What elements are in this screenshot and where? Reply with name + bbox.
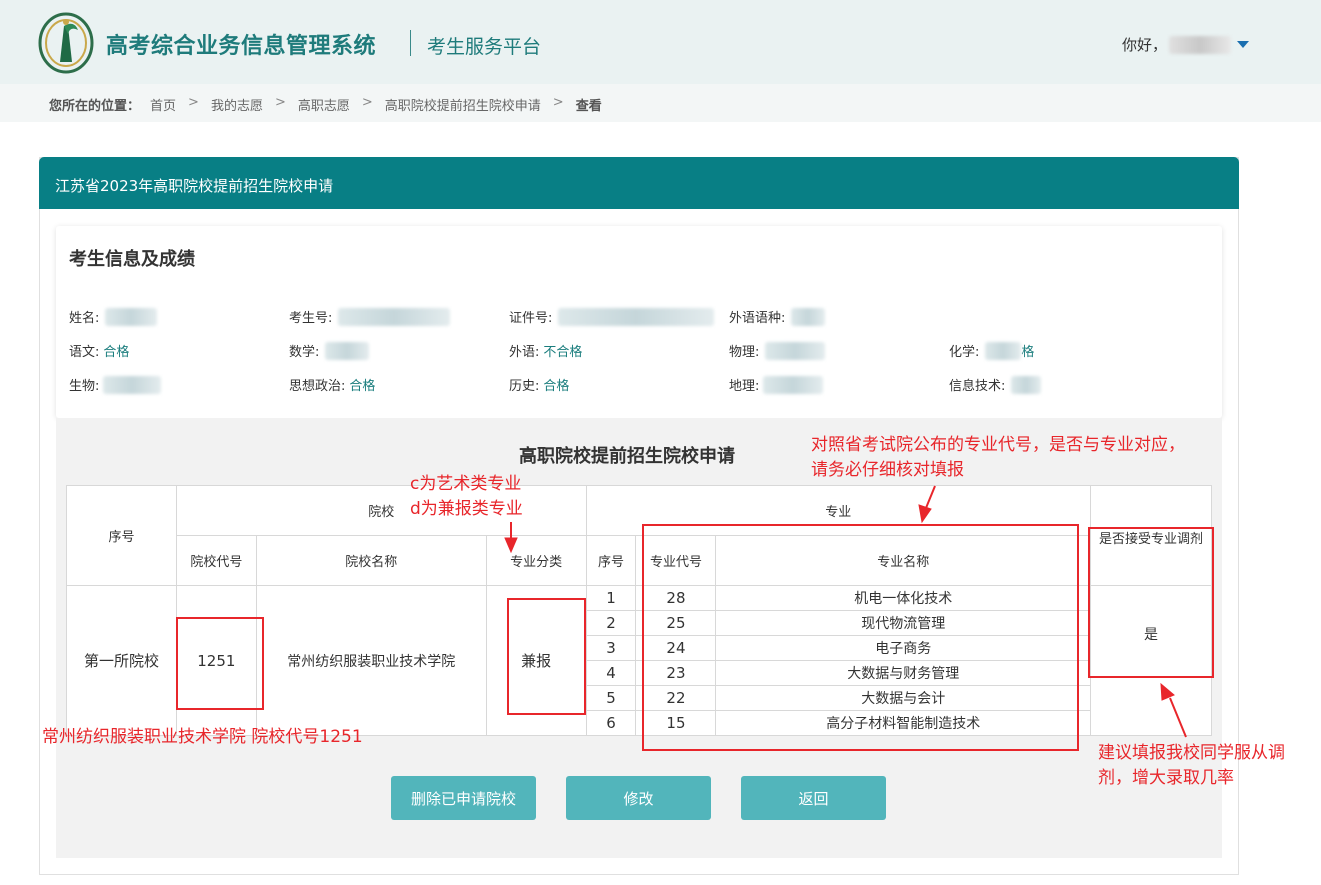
annotation-box-adjust xyxy=(1088,527,1214,678)
field-foreign: 外语: 不合格 xyxy=(509,341,582,360)
application-table-title: 高职院校提前招生院校申请 xyxy=(519,446,735,467)
header-major-seq: 序号 xyxy=(585,535,637,586)
breadcrumb-separator: > xyxy=(361,95,373,110)
breadcrumb: 您所在的位置： 首页 > 我的志愿 > 高职志愿 > 高职院校提前招生院校申请 … xyxy=(49,95,602,114)
redacted-foreign-lang-type xyxy=(791,307,826,326)
id-label: 证件号: xyxy=(509,311,553,326)
header-major-category: 专业分类 xyxy=(485,535,587,586)
cell-major-seq: 6 xyxy=(585,710,637,736)
cell-school-name: 常州纺织服装职业技术学院 xyxy=(255,585,487,736)
breadcrumb-current: 查看 xyxy=(575,99,602,114)
header-school-name: 院校名称 xyxy=(255,535,487,586)
annotation-category-note-2: d为兼报类专业 xyxy=(410,499,523,519)
system-title: 高考综合业务信息管理系统 xyxy=(106,34,377,59)
annotation-code-check-2: 请务必仔细核对填报 xyxy=(811,460,964,480)
field-math: 数学: xyxy=(289,341,370,360)
annotation-box-majors xyxy=(642,524,1079,751)
breadcrumb-item-home[interactable]: 首页 xyxy=(150,95,176,114)
annotation-adjust-note-1: 建议填报我校同学服从调 xyxy=(1098,743,1285,763)
user-menu[interactable]: 你好， xyxy=(1122,34,1250,55)
field-geography: 地理: xyxy=(729,375,824,394)
header-school-group: 院校 xyxy=(175,485,587,536)
redacted-geography xyxy=(763,375,824,394)
chevron-down-icon[interactable] xyxy=(1237,41,1250,48)
history-value: 合格 xyxy=(543,379,570,394)
exam-no-label: 考生号: xyxy=(289,311,333,326)
history-label: 历史: xyxy=(509,379,540,394)
field-it: 信息技术: xyxy=(949,375,1042,394)
annotation-code-check-1: 对照省考试院公布的专业代号，是否与专业对应， xyxy=(811,435,1185,455)
annotation-category-note-1: c为艺术类专业 xyxy=(410,474,522,494)
biology-label: 生物: xyxy=(69,379,100,394)
breadcrumb-separator: > xyxy=(274,95,286,110)
greeting-text: 你好， xyxy=(1122,36,1168,54)
header-seq: 序号 xyxy=(66,485,177,586)
politics-value: 合格 xyxy=(349,379,376,394)
field-exam-no: 考生号: xyxy=(289,307,451,326)
student-info-title: 考生信息及成绩 xyxy=(69,249,195,270)
field-history: 历史: 合格 xyxy=(509,375,569,394)
redacted-physics xyxy=(765,341,826,360)
annotation-adjust-note-2: 剂，增大录取几率 xyxy=(1098,768,1234,788)
delete-application-button[interactable]: 删除已申请院校 xyxy=(391,776,536,820)
breadcrumb-label: 您所在的位置： xyxy=(49,99,141,114)
annotation-school-note: 常州纺织服装职业技术学院 院校代号1251 xyxy=(42,727,363,747)
annotation-box-school-code xyxy=(176,617,264,710)
redacted-it xyxy=(1011,375,1042,394)
it-label: 信息技术: xyxy=(949,379,1006,394)
system-logo-icon xyxy=(38,12,94,74)
physics-label: 物理: xyxy=(729,345,760,360)
name-label: 姓名: xyxy=(69,311,100,326)
breadcrumb-separator: > xyxy=(552,95,564,110)
breadcrumb-item-vocational[interactable]: 高职志愿 xyxy=(298,95,350,114)
chinese-label: 语文: xyxy=(69,345,100,360)
title-divider xyxy=(410,30,411,56)
cell-major-seq: 5 xyxy=(585,685,637,711)
redacted-user-name xyxy=(1169,35,1232,54)
field-id: 证件号: xyxy=(509,307,715,326)
foreign-label: 外语: xyxy=(509,345,540,360)
chemistry-label: 化学: xyxy=(949,345,980,360)
header-school-code: 院校代号 xyxy=(175,535,257,586)
math-label: 数学: xyxy=(289,345,320,360)
field-name: 姓名: xyxy=(69,307,158,326)
cell-seq: 第一所院校 xyxy=(66,585,177,736)
foreign-lang-type-label: 外语语种: xyxy=(729,311,786,326)
back-button[interactable]: 返回 xyxy=(741,776,886,820)
field-chinese: 语文: 合格 xyxy=(69,341,129,360)
field-biology: 生物: xyxy=(69,375,162,394)
redacted-chemistry xyxy=(985,341,1022,360)
breadcrumb-item-my-choices[interactable]: 我的志愿 xyxy=(211,95,263,114)
panel-title: 江苏省2023年高职院校提前招生院校申请 xyxy=(39,157,1239,209)
field-physics: 物理: xyxy=(729,341,826,360)
field-chemistry: 化学: 格 xyxy=(949,341,1034,360)
redacted-name xyxy=(105,307,158,326)
redacted-math xyxy=(325,341,370,360)
geography-label: 地理: xyxy=(729,379,760,394)
redacted-id xyxy=(558,307,715,326)
cell-major-seq: 3 xyxy=(585,635,637,661)
cell-major-seq: 4 xyxy=(585,660,637,686)
platform-title: 考生服务平台 xyxy=(427,36,542,58)
field-politics: 思想政治: 合格 xyxy=(289,375,375,394)
politics-label: 思想政治: xyxy=(289,379,346,394)
annotation-box-category xyxy=(507,598,586,715)
cell-major-seq: 1 xyxy=(585,585,637,611)
breadcrumb-item-early-admission[interactable]: 高职院校提前招生院校申请 xyxy=(385,95,541,114)
chinese-value: 合格 xyxy=(103,345,130,360)
modify-button[interactable]: 修改 xyxy=(566,776,711,820)
foreign-value: 不合格 xyxy=(543,345,583,360)
cell-major-seq: 2 xyxy=(585,610,637,636)
breadcrumb-separator: > xyxy=(188,95,199,110)
redacted-biology xyxy=(103,375,162,394)
field-foreign-lang-type: 外语语种: xyxy=(729,307,826,326)
chemistry-value: 格 xyxy=(1021,345,1035,360)
redacted-exam-no xyxy=(338,307,451,326)
